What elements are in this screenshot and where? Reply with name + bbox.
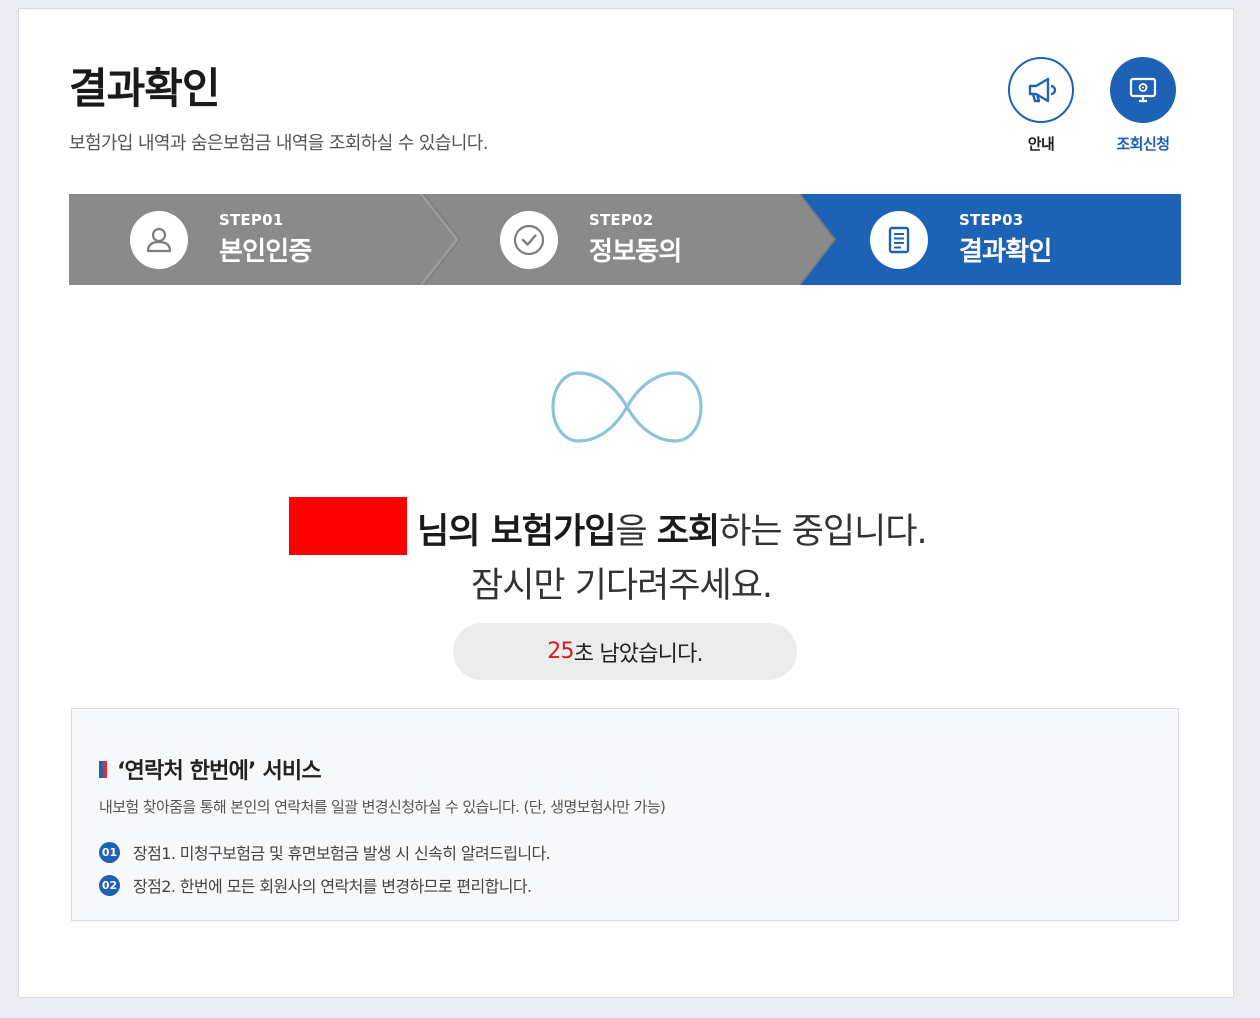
waiting-keyword-inquiry: 조회 — [656, 512, 720, 552]
step-number: STEP03 — [959, 211, 1024, 229]
megaphone-icon — [1008, 57, 1074, 123]
person-icon — [130, 210, 188, 269]
list-item: 01 장점1. 미청구보험금 및 휴면보험금 발생 시 신속히 알려드립니다. — [99, 840, 551, 864]
waiting-particle: 을 — [615, 512, 657, 552]
contact-service-box: ‘연락처 한번에’ 서비스 내보험 찾아줌을 통해 본인의 연락처를 일괄 변경… — [71, 708, 1179, 921]
service-title: ‘연락처 한번에’ 서비스 — [117, 759, 322, 784]
step-name: 결과확인 — [959, 237, 1052, 267]
step-identity-verification: STEP01 본인인증 — [130, 194, 312, 285]
loading-infinity-icon — [551, 371, 703, 443]
step-information-consent: STEP02 정보동의 — [500, 194, 682, 285]
check-circle-icon — [500, 210, 558, 269]
number-badge: 01 — [99, 841, 120, 863]
step-result-check: STEP03 결과확인 — [870, 194, 1052, 285]
countdown-text: 초 남았습니다. — [573, 641, 704, 667]
list-item-text: 장점1. 미청구보험금 및 휴면보험금 발생 시 신속히 알려드립니다. — [133, 844, 551, 863]
step-number: STEP01 — [219, 211, 284, 229]
guide-label: 안내 — [1027, 135, 1055, 153]
number-badge: 02 — [99, 874, 120, 896]
list-item: 02 장점2. 한번에 모든 회원사의 연락처를 변경하므로 편리합니다. — [99, 873, 532, 897]
waiting-keyword-insurance: 보험가입 — [490, 512, 617, 552]
guide-button[interactable]: 안내 — [1001, 57, 1081, 154]
step-name: 본인인증 — [219, 237, 312, 267]
apply-inquiry-button[interactable]: 조회신청 — [1103, 57, 1183, 154]
please-wait-text: 잠시만 기다려주세요. — [471, 566, 773, 606]
waiting-message: 님의 보험가입을 조회하는 중입니다. — [19, 497, 1235, 557]
list-item-text: 장점2. 한번에 모든 회원사의 연락처를 변경하므로 편리합니다. — [133, 877, 532, 896]
content-panel: 결과확인 보험가입 내역과 숨은보험금 내역을 조회하실 수 있습니다. 안내 … — [18, 8, 1234, 998]
countdown-seconds: 25 — [547, 639, 574, 664]
monitor-icon — [1110, 57, 1176, 123]
flag-icon — [99, 760, 107, 778]
apply-label: 조회신청 — [1116, 135, 1170, 153]
service-description: 내보험 찾아줌을 통해 본인의 연락처를 일괄 변경신청하실 수 있습니다. (… — [99, 798, 666, 816]
page-title: 결과확인 — [69, 64, 221, 113]
waiting-end: 하는 중입니다. — [719, 512, 927, 552]
step-number: STEP02 — [589, 211, 654, 229]
page-description: 보험가입 내역과 숨은보험금 내역을 조회하실 수 있습니다. — [69, 133, 488, 154]
countdown-timer: 25 초 남았습니다. — [453, 623, 797, 680]
step-progress-bar: STEP01 본인인증 STEP02 정보동의 STEP03 결과확인 — [69, 194, 1181, 285]
redacted-name — [289, 497, 407, 555]
waiting-name-suffix: 님의 — [417, 512, 491, 552]
step-name: 정보동의 — [589, 237, 682, 267]
document-icon — [870, 210, 928, 269]
